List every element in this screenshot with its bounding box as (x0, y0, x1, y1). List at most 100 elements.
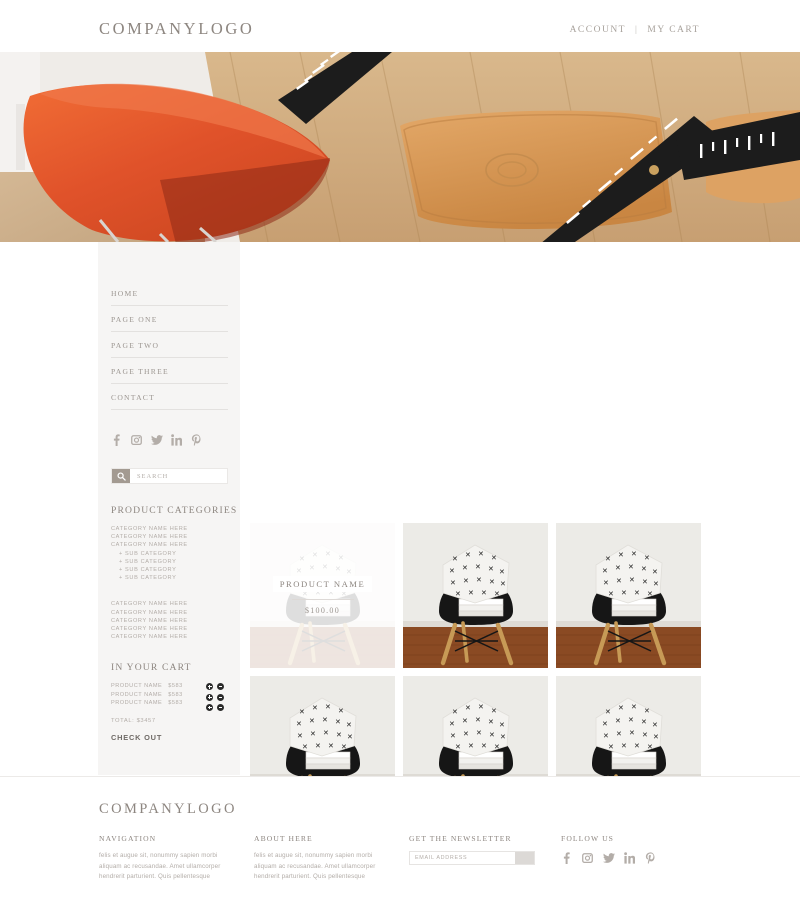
cart-item-list: PRODUCT NAME $583 PRODUCT NAME $583 PROD… (111, 682, 240, 712)
facebook-icon[interactable] (561, 851, 572, 864)
svg-text:✕: ✕ (642, 579, 648, 587)
svg-text:✕: ✕ (475, 564, 481, 572)
linkedin-icon[interactable] (171, 434, 182, 446)
follow-us-heading: FOLLOW US (561, 834, 615, 843)
newsletter-form[interactable] (409, 851, 535, 865)
pinterest-icon[interactable] (191, 434, 202, 446)
increase-quantity-icon[interactable] (206, 704, 214, 712)
sidebar-item-home[interactable]: HOME (111, 280, 228, 306)
category-label[interactable]: CATEGORY NAME HERE (111, 633, 240, 641)
category-label[interactable]: CATEGORY NAME HERE (111, 609, 240, 617)
header-nav-account[interactable]: ACCOUNT (570, 25, 626, 35)
subcategory-label[interactable]: + SUB CATEGORY (111, 550, 240, 558)
svg-text:✕: ✕ (621, 590, 627, 598)
category-label[interactable]: CATEGORY NAME HERE (111, 541, 240, 549)
twitter-icon[interactable] (603, 851, 615, 863)
newsletter-submit-button[interactable] (515, 852, 534, 864)
footer-logo[interactable]: COMPANYLOGO (99, 801, 237, 818)
list-item[interactable]: + SUB CATEGORY (111, 566, 240, 574)
svg-text:✕: ✕ (322, 717, 328, 725)
pinterest-icon[interactable] (645, 851, 656, 864)
product-tile[interactable]: ✕✕✕✕ ✕✕✕✕✕ ✕✕✕✕✕ ✕✕✕✕ (556, 523, 701, 668)
sidebar-item-page-one[interactable]: PAGE ONE (111, 306, 228, 332)
increase-quantity-icon[interactable] (206, 693, 214, 701)
svg-text:✕: ✕ (491, 555, 497, 563)
product-overlay-price: $100.00 (304, 606, 341, 615)
header-nav-separator: | (634, 25, 639, 35)
sidebar-item-contact-label[interactable]: CONTACT (111, 384, 228, 409)
svg-text:✕: ✕ (475, 717, 481, 725)
subcategory-label[interactable]: + SUB CATEGORY (111, 574, 240, 582)
footer-columns: NAVIGATION felis et augue sit, nonummy s… (99, 834, 711, 883)
sidebar-item-page-two[interactable]: PAGE TWO (111, 332, 228, 358)
category-label[interactable]: CATEGORY NAME HERE (111, 533, 240, 541)
list-item[interactable]: + SUB CATEGORY (111, 550, 240, 558)
svg-text:✕: ✕ (494, 591, 500, 599)
list-item[interactable]: CATEGORY NAME HERE (111, 625, 240, 633)
sidebar-item-page-three[interactable]: PAGE THREE (111, 358, 228, 384)
list-item[interactable]: CATEGORY NAME HERE (111, 609, 240, 617)
svg-text:✕: ✕ (468, 743, 474, 751)
list-item[interactable]: + SUB CATEGORY (111, 574, 240, 582)
facebook-icon[interactable] (111, 434, 122, 446)
category-label[interactable]: CATEGORY NAME HERE (111, 525, 240, 533)
product-image: ✕✕✕✕ ✕✕✕✕✕ ✕✕✕✕✕ ✕✕✕✕ (403, 523, 548, 668)
product-overlay-name: PRODUCT NAME (272, 576, 373, 592)
list-item[interactable]: CATEGORY NAME HERE (111, 617, 240, 625)
sidebar-item-page-one-label[interactable]: PAGE ONE (111, 306, 228, 331)
sidebar-item-contact[interactable]: CONTACT (111, 384, 228, 410)
category-label[interactable]: CATEGORY NAME HERE (111, 617, 240, 625)
svg-text:✕: ✕ (309, 718, 315, 726)
list-item[interactable]: CATEGORY NAME HERE (111, 533, 240, 541)
svg-text:✕: ✕ (489, 732, 495, 740)
svg-text:✕: ✕ (323, 730, 329, 738)
instagram-icon[interactable] (582, 851, 593, 864)
search-input[interactable] (130, 469, 227, 483)
svg-text:✕: ✕ (641, 566, 647, 574)
svg-text:✕: ✕ (449, 568, 455, 576)
sidebar-social-row (111, 434, 240, 446)
svg-text:✕: ✕ (629, 730, 635, 738)
footer-social-row (561, 851, 711, 864)
search-button[interactable] (112, 469, 130, 483)
list-item[interactable]: + SUB CATEGORY (111, 558, 240, 566)
sidebar-item-page-three-label[interactable]: PAGE THREE (111, 358, 228, 383)
checkout-button[interactable]: CHECK OUT (111, 733, 162, 742)
list-item[interactable]: CATEGORY NAME HERE (111, 633, 240, 641)
svg-text:✕: ✕ (631, 551, 637, 559)
increase-quantity-icon[interactable] (206, 683, 214, 691)
svg-text:✕: ✕ (455, 744, 461, 752)
svg-text:✕: ✕ (634, 743, 640, 751)
cart-item-price: $583 (168, 700, 183, 707)
cart-item-name: PRODUCT NAME (111, 700, 163, 707)
svg-text:✕: ✕ (336, 732, 342, 740)
header-nav-my-cart[interactable]: MY CART (647, 25, 700, 35)
svg-text:✕: ✕ (602, 568, 608, 576)
svg-text:✕: ✕ (499, 722, 505, 730)
decrease-quantity-icon[interactable] (217, 683, 224, 691)
svg-text:✕: ✕ (618, 552, 624, 560)
list-item[interactable]: CATEGORY NAME HERE (111, 541, 240, 549)
subcategory-label[interactable]: + SUB CATEGORY (111, 558, 240, 566)
sidebar-item-page-two-label[interactable]: PAGE TWO (111, 332, 228, 357)
list-item[interactable]: CATEGORY NAME HERE (111, 600, 240, 608)
category-label[interactable]: CATEGORY NAME HERE (111, 600, 240, 608)
email-field[interactable] (410, 852, 515, 864)
category-label[interactable]: CATEGORY NAME HERE (111, 625, 240, 633)
svg-text:✕: ✕ (615, 565, 621, 573)
list-item[interactable]: CATEGORY NAME HERE (111, 525, 240, 533)
product-tile[interactable]: ✕✕✕✕ ✕✕✕✕✕ ✕✕✕✕✕ ✕✕✕✕ (403, 523, 548, 668)
sidebar-item-home-label[interactable]: HOME (111, 280, 228, 305)
decrease-quantity-icon[interactable] (217, 693, 224, 701)
search-box[interactable] (111, 468, 228, 484)
product-tile[interactable]: ✕✕✕✕ ✕✕✕✕✕ ✕✕✕✕✕ ✕✕✕✕ PRODUCT NAME $100.… (250, 523, 395, 668)
newsletter-heading: GET THE NEWSLETTER (409, 834, 512, 843)
site-logo[interactable]: COMPANYLOGO (99, 19, 254, 39)
instagram-icon[interactable] (131, 434, 142, 446)
subcategory-label[interactable]: + SUB CATEGORY (111, 566, 240, 574)
twitter-icon[interactable] (151, 434, 163, 446)
svg-text:✕: ✕ (450, 580, 456, 588)
linkedin-icon[interactable] (624, 851, 636, 864)
decrease-quantity-icon[interactable] (217, 704, 224, 712)
svg-text:✕: ✕ (647, 591, 653, 599)
